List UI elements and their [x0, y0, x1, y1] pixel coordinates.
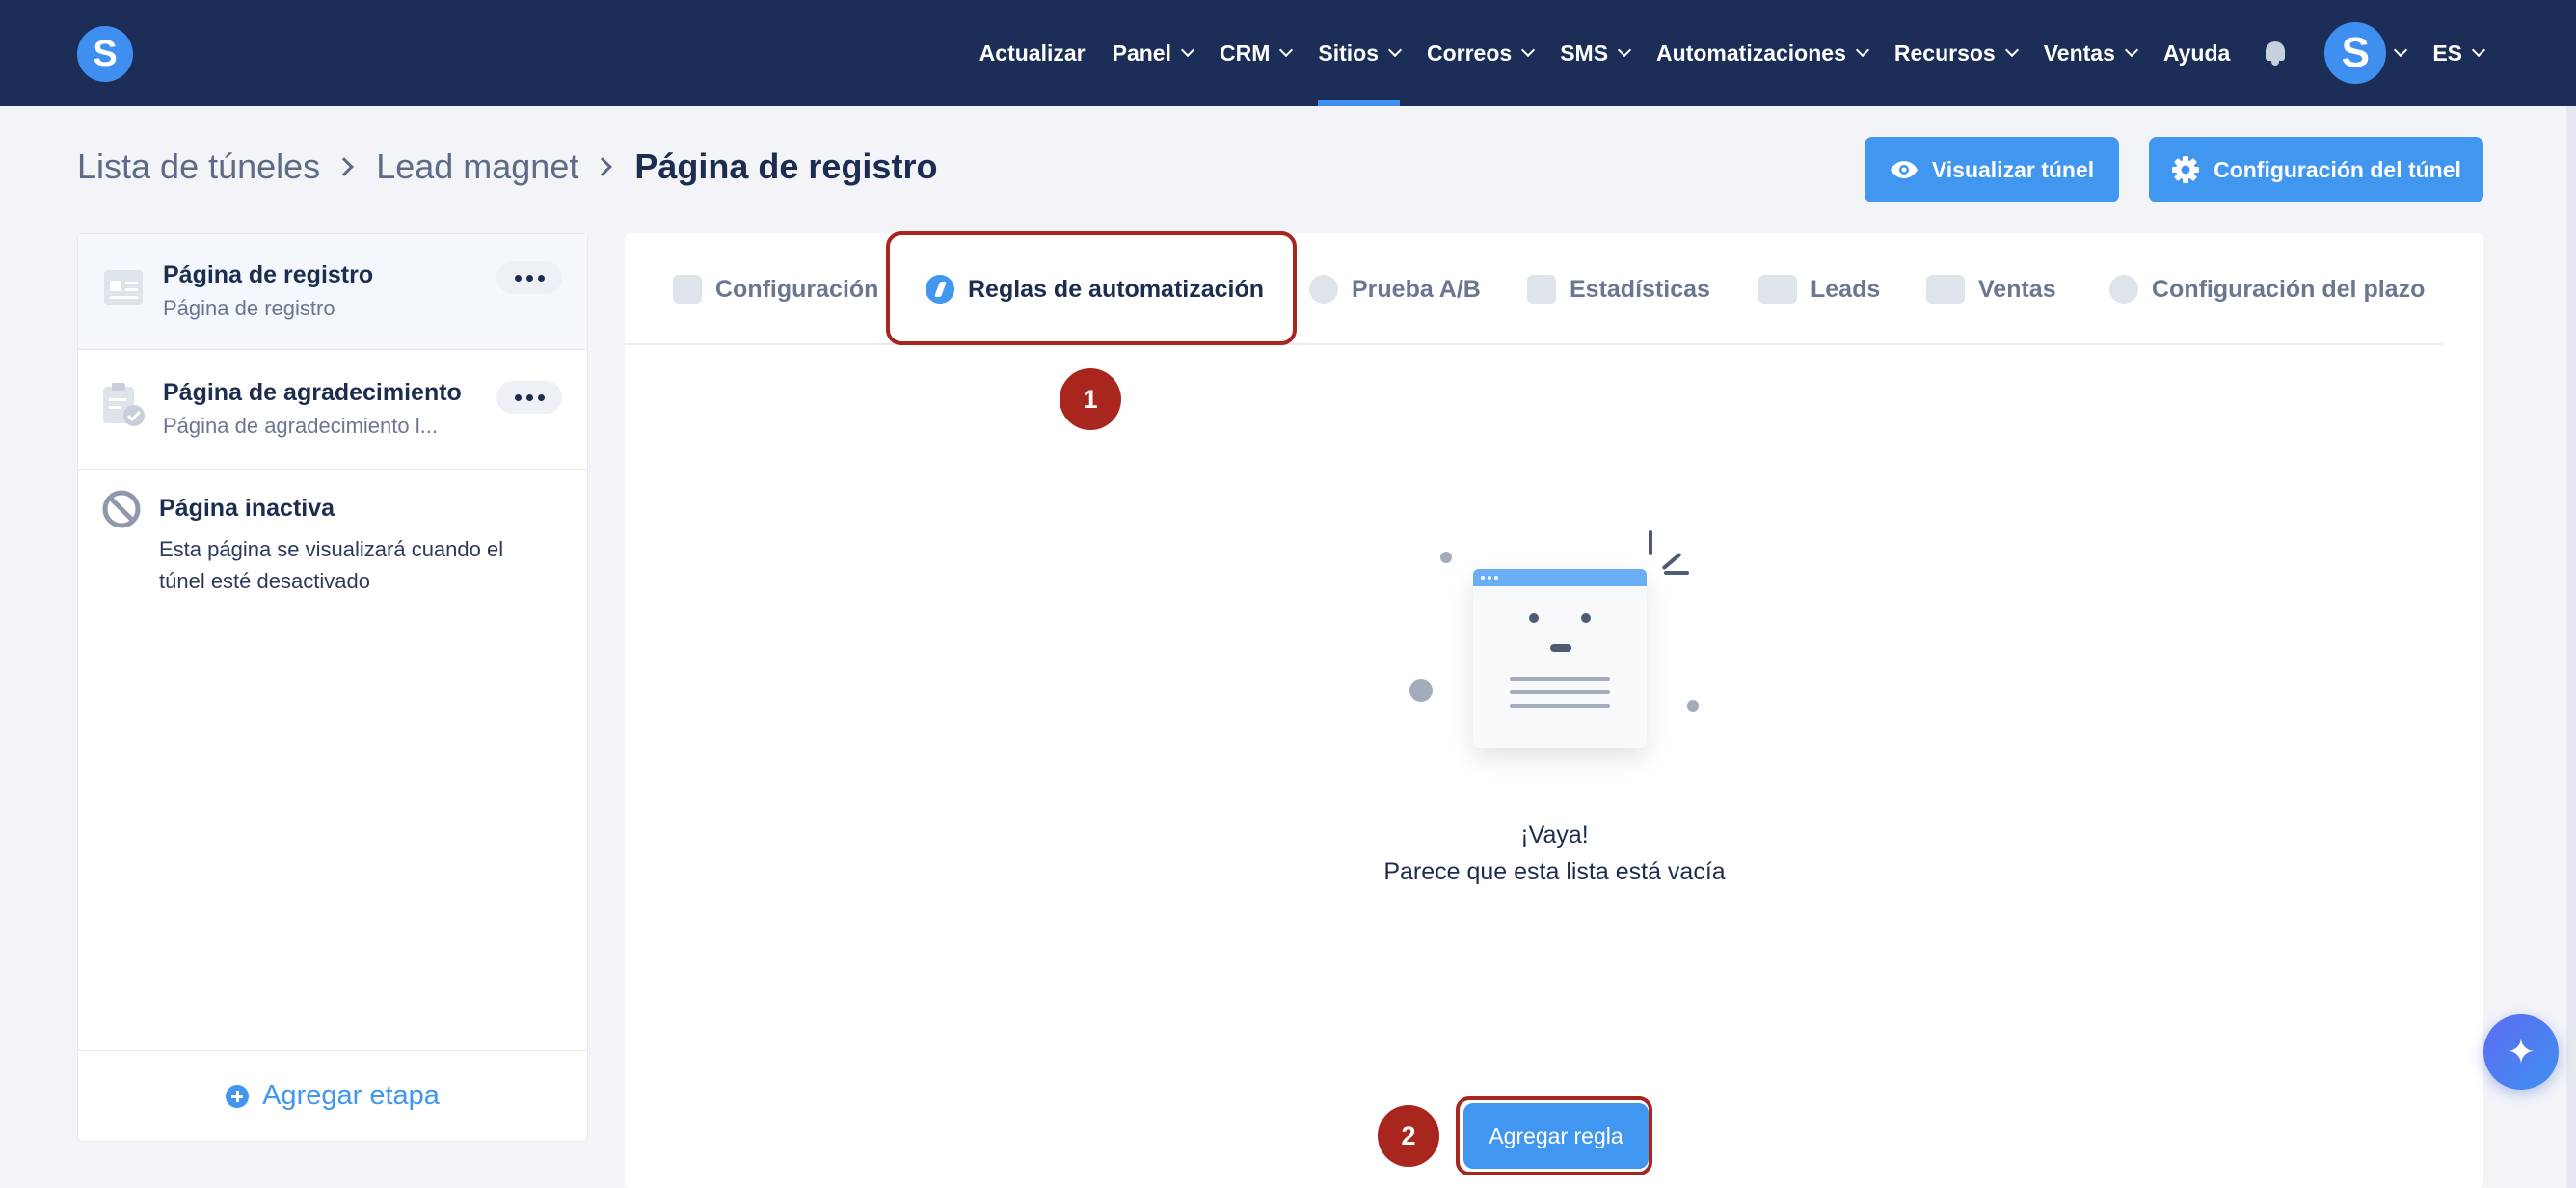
- chevron-down-icon: [2394, 42, 2408, 58]
- user-avatar[interactable]: S: [2324, 22, 2387, 84]
- plus-circle-icon: [226, 1084, 250, 1108]
- stage-title: Página de registro: [163, 261, 374, 288]
- split-icon: [1309, 275, 1338, 304]
- notification-bell-icon[interactable]: [2263, 40, 2288, 67]
- stage-subtitle: Página de registro: [163, 296, 335, 320]
- stage-more-options-button[interactable]: [496, 381, 562, 414]
- chevron-right-icon: [593, 157, 613, 176]
- stage-description: Esta página se visualizará cuando el tún…: [159, 537, 504, 593]
- chevron-down-icon: [2004, 42, 2019, 58]
- stage-title: Página de agradecimiento: [163, 379, 462, 406]
- add-rule-button[interactable]: Agregar regla: [1463, 1103, 1649, 1169]
- tab-configuration[interactable]: Configuración: [673, 233, 878, 345]
- dollar-icon: [1926, 275, 1965, 304]
- annotation-highlight-tab: [886, 231, 1297, 345]
- stage-item-inactive[interactable]: Página inactiva Esta página se visualiza…: [78, 470, 587, 624]
- add-stage-button[interactable]: Agregar etapa: [78, 1050, 587, 1141]
- users-icon: [1758, 275, 1797, 304]
- stage-title: Página inactiva: [159, 495, 335, 522]
- funnel-stages-panel: Página de registro Página de registro Pá…: [77, 233, 588, 1142]
- stage-more-options-button[interactable]: [496, 261, 562, 294]
- empty-state-illustration: [1388, 530, 1706, 771]
- nav-item-actualizar[interactable]: Actualizar: [979, 0, 1086, 106]
- tab-statistics[interactable]: Estadísticas: [1527, 233, 1710, 345]
- nav-item-ayuda[interactable]: Ayuda: [2163, 0, 2230, 106]
- clock-icon: [2109, 275, 2138, 304]
- language-selector[interactable]: ES: [2432, 0, 2486, 106]
- nav-item-panel[interactable]: Panel: [1113, 0, 1195, 106]
- eye-icon: [1890, 161, 1918, 178]
- empty-state-subtitle: Parece que esta lista está vacía: [1383, 858, 1726, 885]
- page-scrollbar[interactable]: [2566, 106, 2576, 1188]
- nav-item-correos[interactable]: Correos: [1427, 0, 1536, 106]
- annotation-step-2-badge: 2: [1378, 1105, 1439, 1167]
- funnel-settings-button[interactable]: Configuración del túnel: [2149, 137, 2483, 202]
- breadcrumb: Lista de túneles Lead magnet Página de r…: [77, 147, 937, 187]
- main-nav: Actualizar Panel CRM Sitios Correos SMS …: [953, 0, 2486, 106]
- nav-item-crm[interactable]: CRM: [1220, 0, 1294, 106]
- chevron-down-icon: [1387, 42, 1403, 58]
- clipboard-check-icon: [103, 383, 145, 426]
- ai-assistant-sparkle-icon[interactable]: ✦: [2483, 1014, 2559, 1090]
- bar-chart-icon: [1527, 275, 1556, 304]
- nav-item-sitios[interactable]: Sitios: [1318, 0, 1403, 106]
- chevron-down-icon: [2471, 42, 2486, 58]
- page-layout-icon: [104, 270, 143, 305]
- nav-item-automatizaciones[interactable]: Automatizaciones: [1656, 0, 1869, 106]
- forbidden-icon: [102, 490, 141, 528]
- chevron-down-icon: [1180, 42, 1195, 58]
- systeme-logo[interactable]: S: [77, 26, 133, 82]
- nav-item-recursos[interactable]: Recursos: [1894, 0, 2019, 106]
- nav-item-ventas[interactable]: Ventas: [2044, 0, 2138, 106]
- chevron-down-icon: [1279, 42, 1294, 58]
- breadcrumb-funnel-list[interactable]: Lista de túneles: [77, 147, 320, 187]
- sliders-icon: [673, 275, 702, 304]
- chevron-right-icon: [335, 157, 355, 176]
- chevron-down-icon: [1617, 42, 1632, 58]
- stage-item-thank-you[interactable]: Página de agradecimiento Página de agrad…: [78, 350, 587, 470]
- user-menu-toggle[interactable]: [2394, 0, 2408, 106]
- tab-sales[interactable]: Ventas: [1926, 233, 2056, 345]
- stage-item-registration[interactable]: Página de registro Página de registro: [78, 234, 587, 350]
- page-title: Página de registro: [634, 147, 938, 186]
- chevron-down-icon: [1855, 42, 1869, 58]
- nav-item-sms[interactable]: SMS: [1560, 0, 1632, 106]
- empty-state-title: ¡Vaya!: [1520, 822, 1589, 849]
- stage-subtitle: Página de agradecimiento l...: [163, 414, 438, 438]
- chevron-down-icon: [1521, 42, 1536, 58]
- tab-leads[interactable]: Leads: [1758, 233, 1880, 345]
- annotation-step-1-badge: 1: [1060, 368, 1121, 430]
- preview-funnel-button[interactable]: Visualizar túnel: [1865, 137, 2119, 202]
- top-navbar: S Actualizar Panel CRM Sitios Correos SM…: [0, 0, 2576, 106]
- tab-time-settings[interactable]: Configuración del plazo: [2109, 233, 2425, 345]
- tab-ab-test[interactable]: Prueba A/B: [1309, 233, 1481, 345]
- breadcrumb-funnel[interactable]: Lead magnet: [376, 147, 578, 187]
- chevron-down-icon: [2124, 42, 2138, 58]
- gear-icon: [2172, 156, 2200, 183]
